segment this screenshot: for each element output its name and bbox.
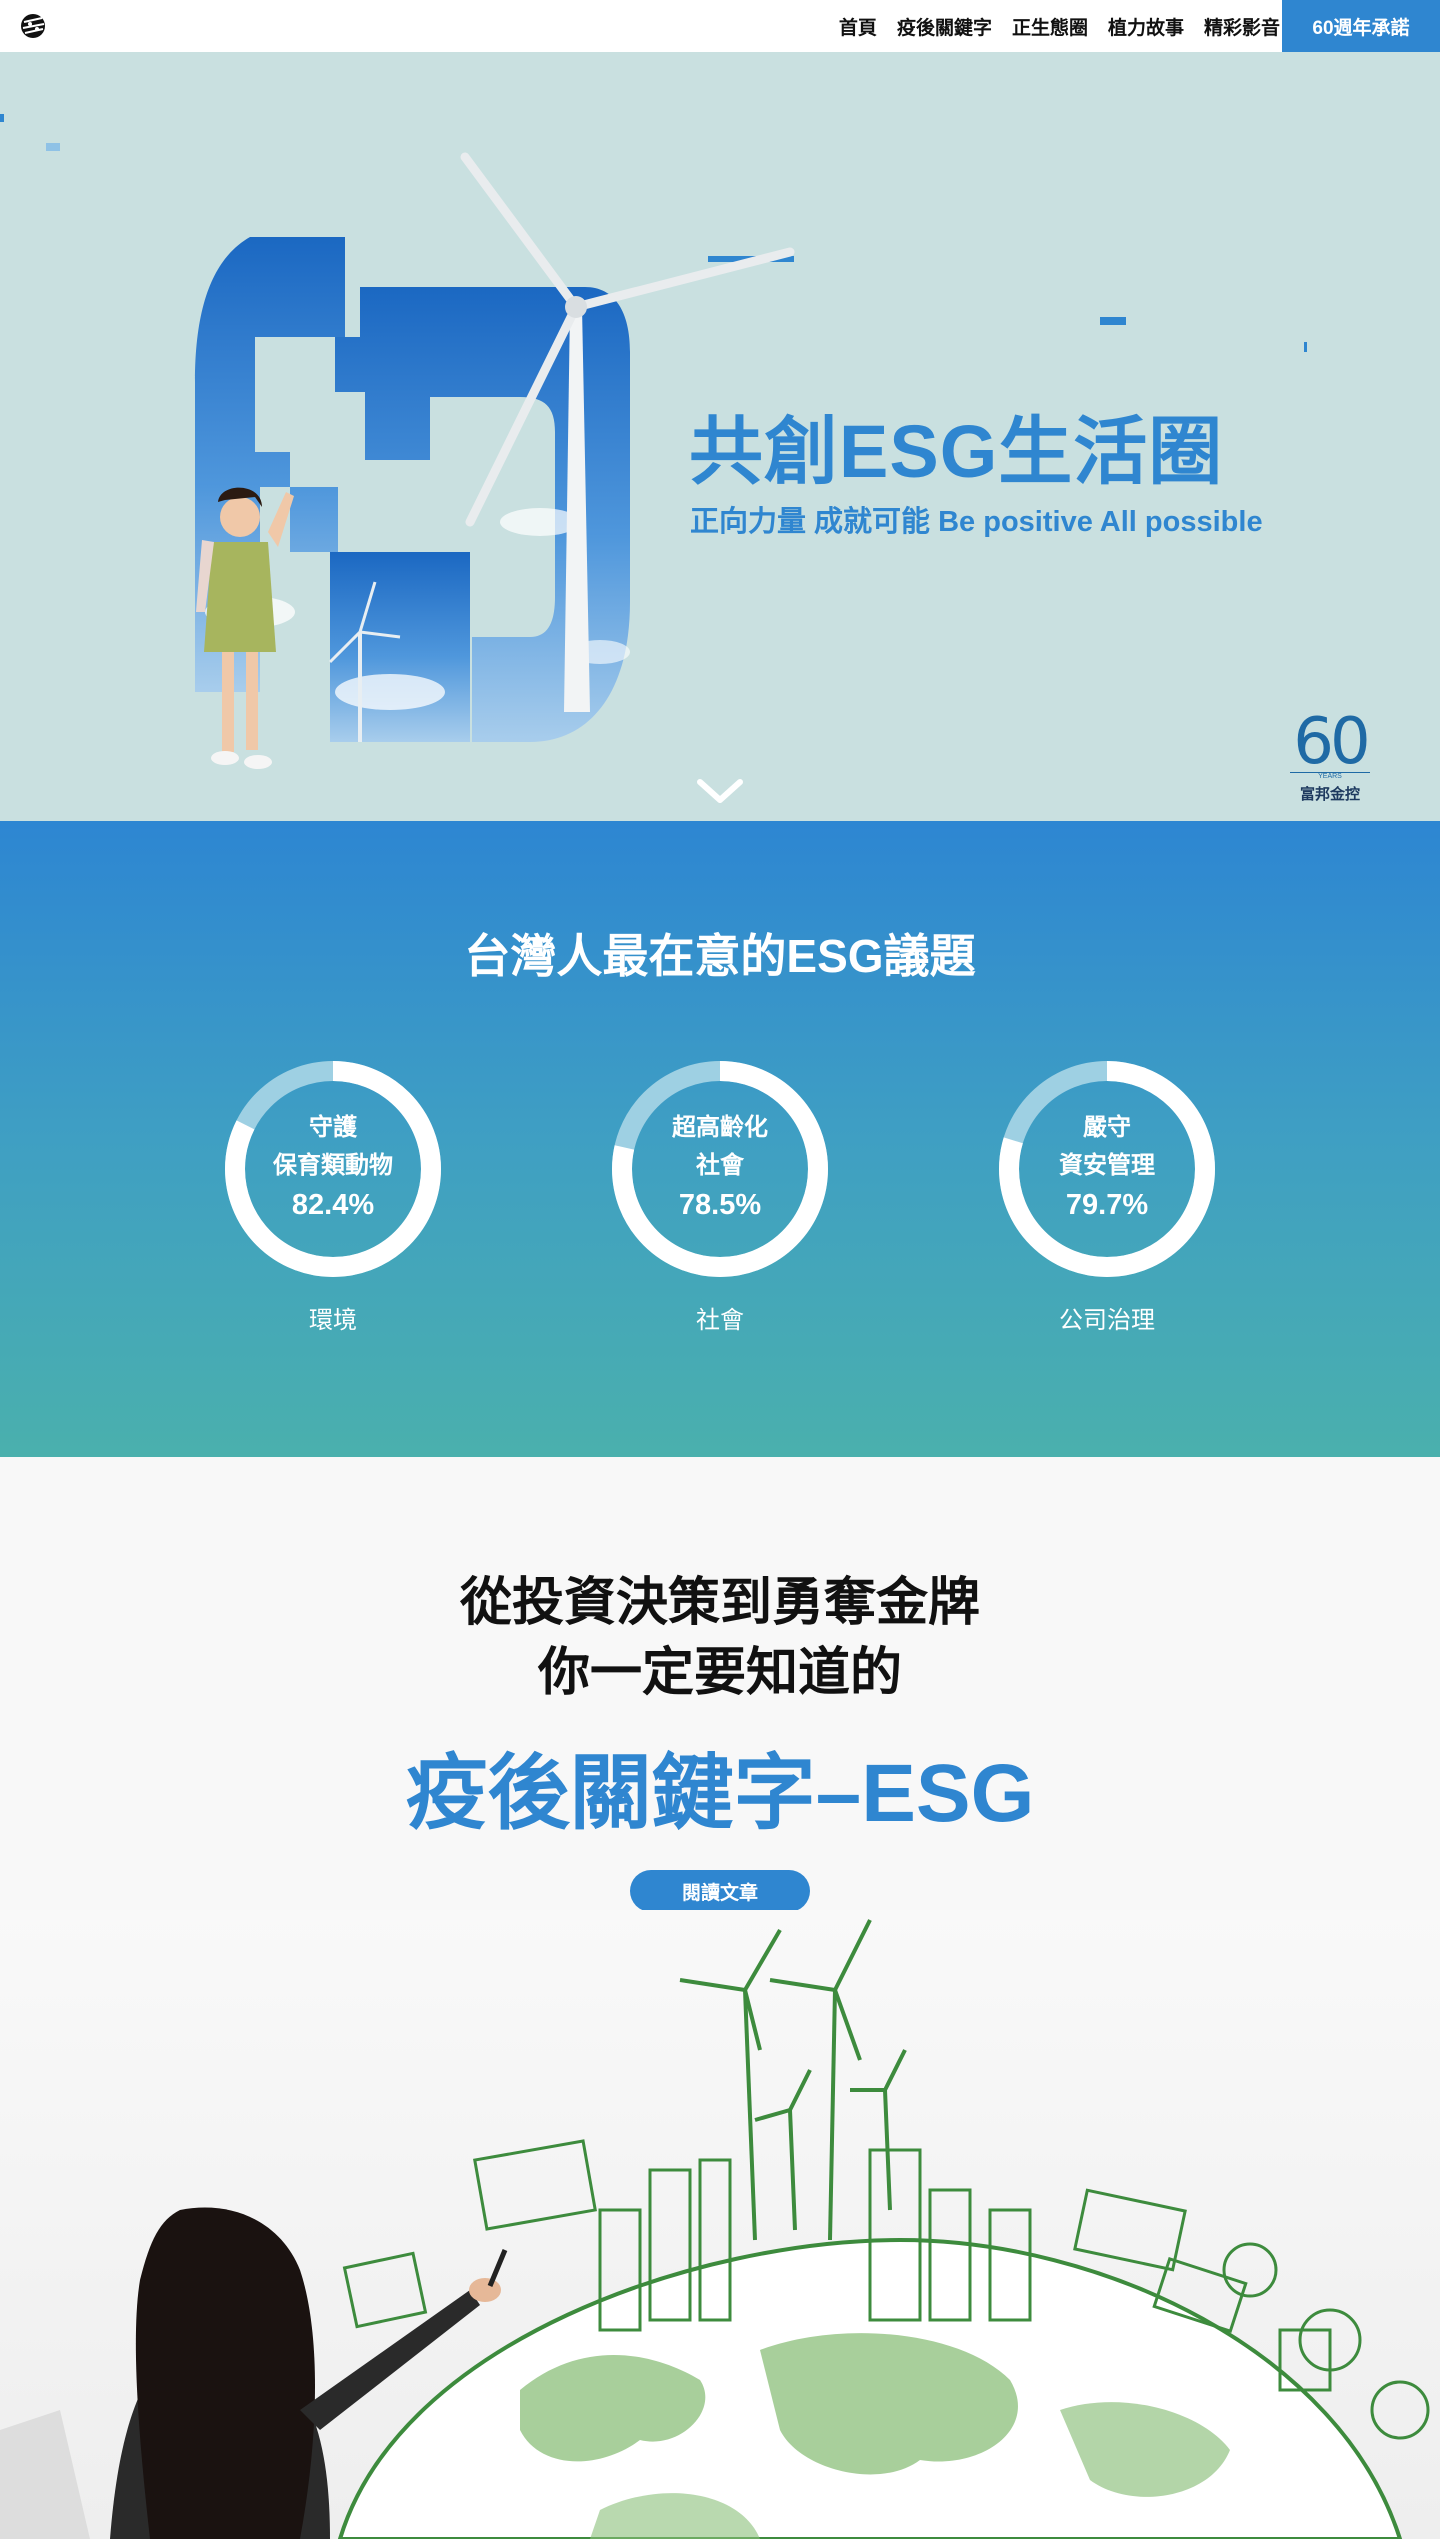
stat-label-line2: 保育類動物: [273, 1152, 393, 1179]
stat-card-governance: 嚴守 資安管理 79.7% 公司治理: [992, 1059, 1222, 1359]
anniversary-promise-button[interactable]: 60週年承諾: [1282, 0, 1440, 52]
stat-label-line2: 社會: [696, 1152, 744, 1179]
badge-years: YEARS: [1290, 772, 1370, 780]
nav-item-videos[interactable]: 精彩影音: [1204, 13, 1280, 40]
chevron-down-icon[interactable]: [696, 778, 744, 806]
esg-issues-title: 台灣人最在意的ESG議題: [464, 930, 976, 982]
stat-category: 環境: [309, 1307, 357, 1334]
stat-value: 78.5%: [678, 1189, 762, 1221]
stat-value: 82.4%: [291, 1189, 375, 1221]
hero-title: 共創ESG生活圈: [689, 410, 1224, 493]
nav-menu: 首頁 疫後關鍵字 正生態圈 植力故事 精彩影音: [839, 0, 1280, 52]
stat-label-line1: 超高齡化: [672, 1114, 768, 1141]
green-city-illustration: [0, 1910, 1440, 2539]
article-headline-line1: 從投資決策到勇奪金牌: [459, 1574, 980, 1632]
fubon-logo-icon[interactable]: [18, 12, 50, 40]
stat-label: 守護 保育類動物: [218, 1109, 448, 1185]
article-headline-keyword: 疫後關鍵字–ESG: [405, 1748, 1035, 1839]
stat-value: 79.7%: [1065, 1189, 1149, 1221]
hero-subtitle: 正向力量 成就可能 Be positive All possible: [690, 506, 1263, 538]
stat-label-line1: 守護: [309, 1114, 357, 1141]
nav-item-ecosystem[interactable]: 正生態圈: [1012, 13, 1088, 40]
60th-anniversary-badge: 60 YEARS 富邦金控: [1290, 705, 1371, 803]
stat-category: 社會: [696, 1307, 744, 1334]
stat-label-line2: 資安管理: [1059, 1152, 1155, 1179]
stat-label: 嚴守 資安管理: [992, 1109, 1222, 1185]
badge-number: 60: [1293, 705, 1370, 779]
stat-card-society: 超高齡化 社會 78.5% 社會: [605, 1059, 835, 1359]
article-headline-line2: 你一定要知道的: [537, 1644, 902, 1702]
nav-item-home[interactable]: 首頁: [839, 13, 877, 40]
stat-card-environment: 守護 保育類動物 82.4% 環境: [218, 1059, 448, 1359]
nav-item-stories[interactable]: 植力故事: [1108, 13, 1184, 40]
stat-category: 公司治理: [1059, 1307, 1155, 1334]
hero-section: 共創ESG生活圈 正向力量 成就可能 Be positive All possi…: [0, 52, 1440, 821]
top-navigation: 首頁 疫後關鍵字 正生態圈 植力故事 精彩影音 60週年承諾: [0, 0, 1440, 52]
stat-label: 超高齡化 社會: [605, 1109, 835, 1185]
read-article-button[interactable]: 閱讀文章: [630, 1870, 810, 1912]
badge-company-name: 富邦金控: [1299, 786, 1360, 803]
nav-item-keywords[interactable]: 疫後關鍵字: [897, 13, 992, 40]
stat-label-line1: 嚴守: [1083, 1114, 1131, 1141]
